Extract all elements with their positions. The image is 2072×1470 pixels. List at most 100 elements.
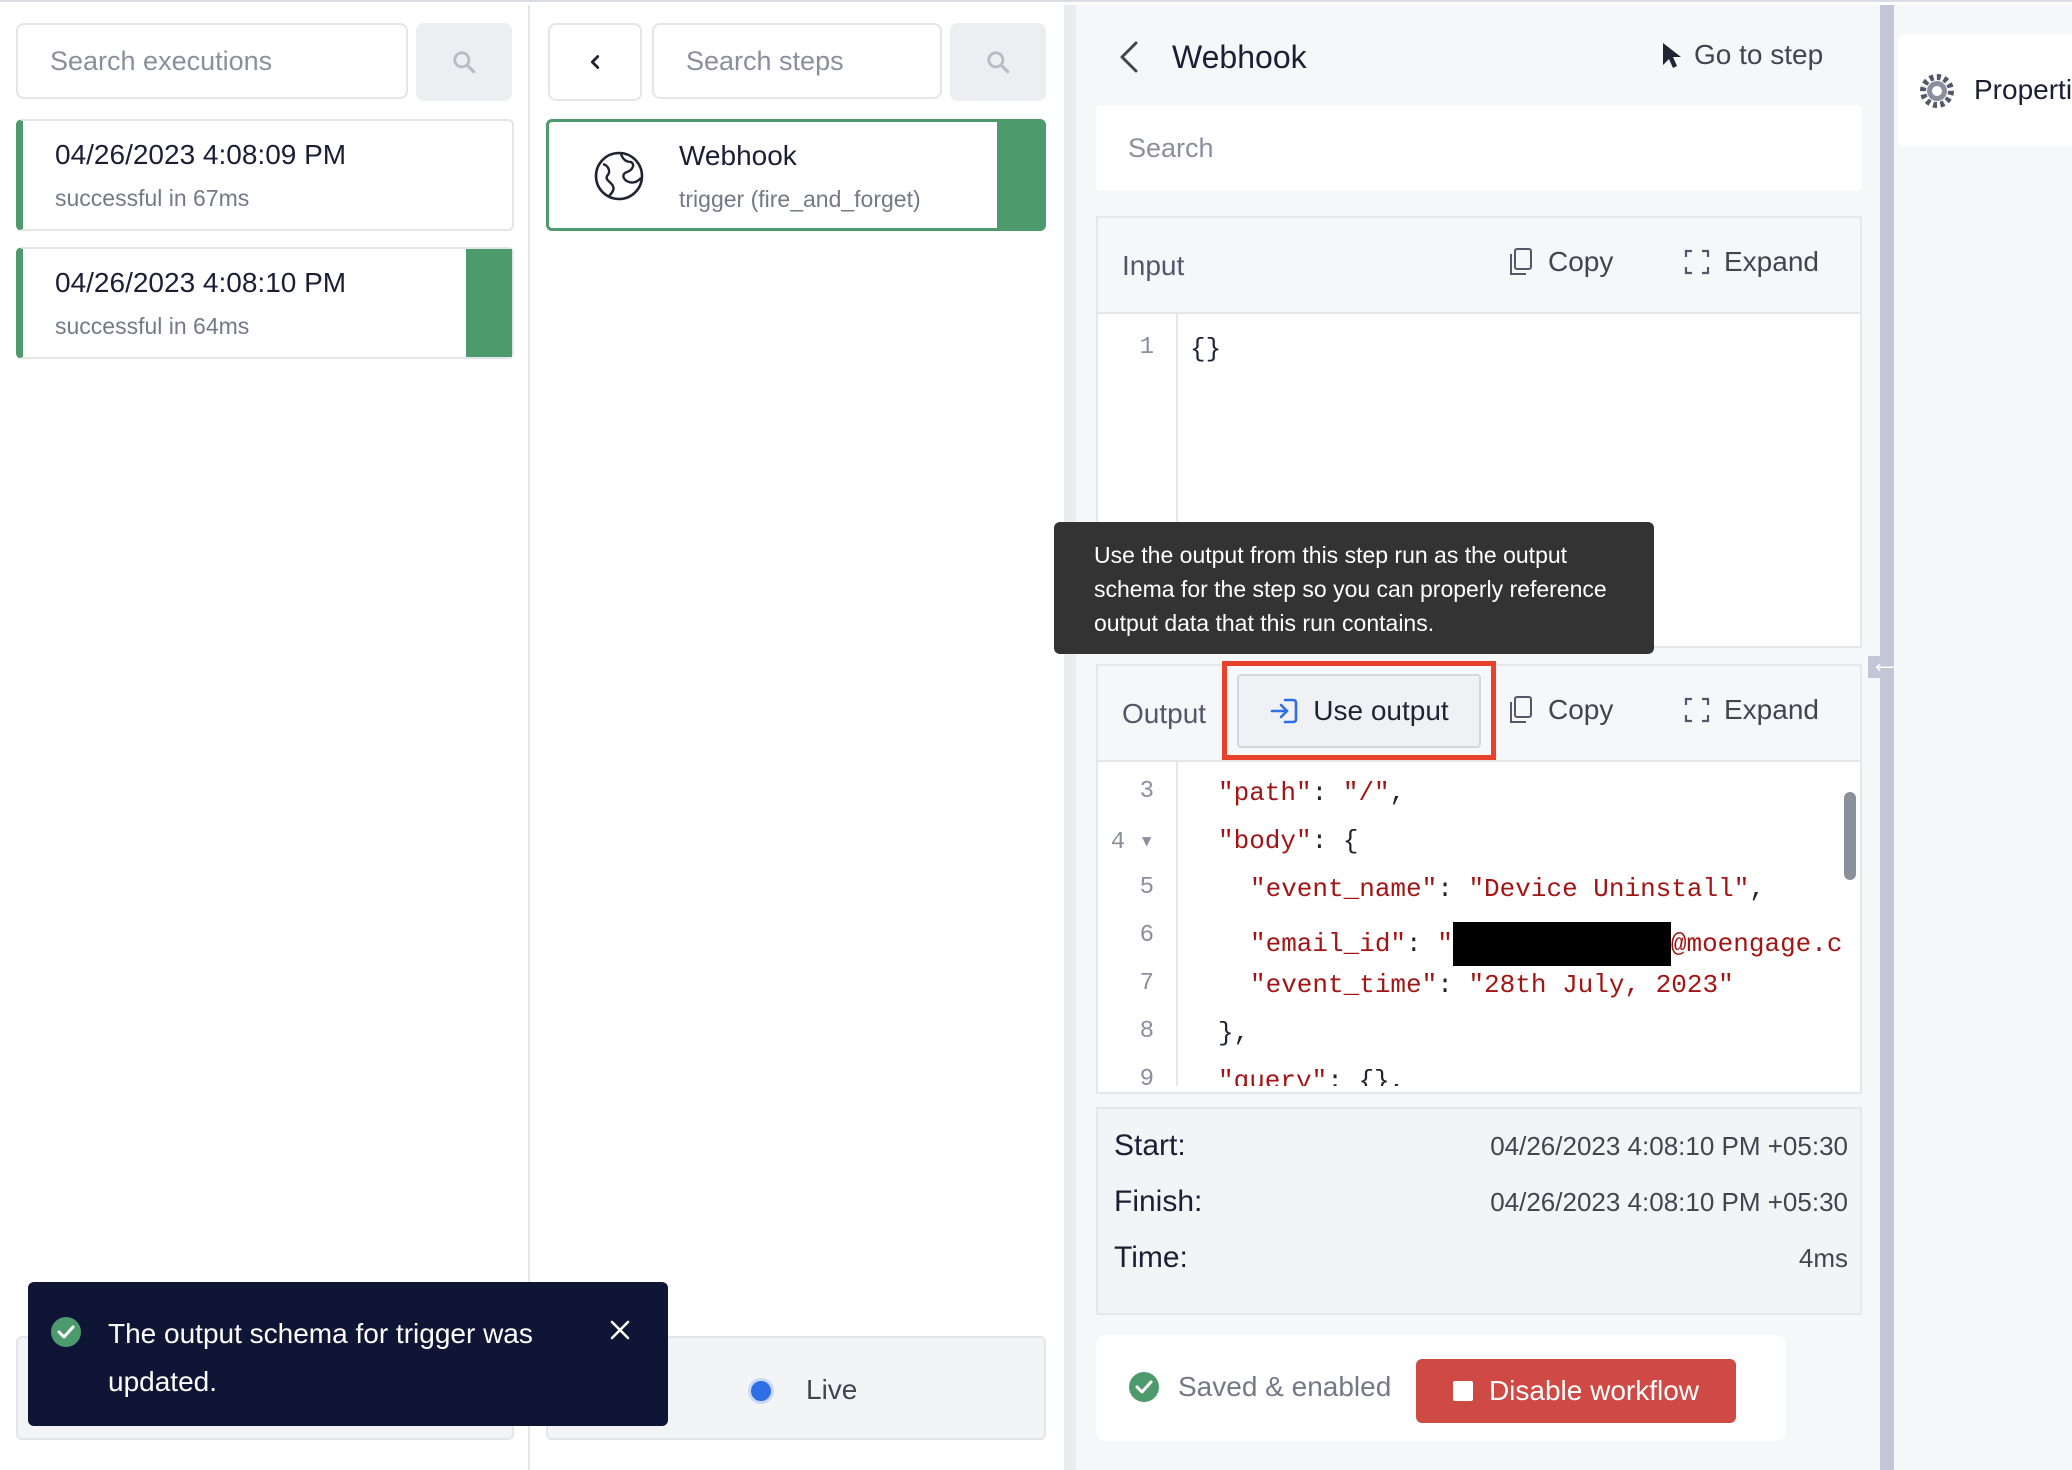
go-to-step-button[interactable]: Go to step — [1660, 39, 1823, 71]
line-number: 1 — [1139, 334, 1154, 361]
live-status-dot — [748, 1378, 774, 1404]
search-icon — [453, 51, 476, 74]
expand-icon — [1684, 697, 1710, 723]
step-title: Webhook — [679, 140, 797, 171]
detail-title: Webhook — [1172, 39, 1307, 75]
json-key: "event_time" — [1250, 970, 1438, 1000]
execution-status: successful in 67ms — [55, 185, 250, 211]
search-steps-input[interactable]: Search steps — [652, 23, 942, 99]
panel-gutter — [1064, 5, 1076, 1470]
toast-message: The output schema for trigger was update… — [108, 1318, 533, 1397]
line-number: 5 — [1139, 874, 1154, 901]
code-line: "event_time": "28th July, 2023" — [1250, 970, 1734, 1000]
json-sep: : — [1437, 970, 1469, 1000]
input-expand-button[interactable]: Expand — [1684, 246, 1819, 278]
input-expand-label: Expand — [1724, 246, 1819, 277]
search-icon — [987, 51, 1010, 74]
properties-tab[interactable]: Properti — [1898, 34, 2072, 146]
search-executions-placeholder: Search executions — [50, 45, 273, 76]
code-line: {} — [1190, 334, 1222, 364]
expand-icon — [1684, 249, 1710, 275]
properties-label: Properti — [1974, 74, 2072, 105]
search-steps-placeholder: Search steps — [686, 45, 844, 76]
redaction-block — [1452, 922, 1671, 966]
start-label: Start: — [1114, 1129, 1186, 1162]
input-copy-label: Copy — [1548, 246, 1614, 277]
saved-status-label: Saved & enabled — [1178, 1371, 1392, 1402]
cursor-icon — [1663, 43, 1681, 68]
gear-icon — [1920, 74, 1954, 108]
input-label: Input — [1122, 250, 1185, 281]
code-line: "body": { — [1218, 826, 1358, 856]
start-value: 04/26/2023 4:08:10 PM +05:30 — [1490, 1130, 1848, 1161]
execution-item[interactable]: 04/26/2023 4:08:09 PM successful in 67ms — [16, 119, 514, 231]
copy-icon — [1510, 248, 1532, 275]
selected-indicator — [997, 122, 1043, 228]
use-output-tooltip: Use the output from this step run as the… — [1054, 522, 1654, 654]
line-number: 9 — [1139, 1066, 1154, 1086]
code-scrollbar[interactable] — [1844, 792, 1856, 880]
output-copy-label: Copy — [1548, 694, 1614, 725]
json-value: " — [1437, 928, 1453, 959]
json-sep: : — [1311, 778, 1343, 808]
use-output-button[interactable]: Use output — [1237, 674, 1481, 748]
code-line: "event_name": "Device Uninstall", — [1250, 874, 1765, 904]
line-number: 8 — [1139, 1018, 1154, 1045]
summary-finish-row: Finish: 04/26/2023 4:08:10 PM +05:30 — [1114, 1185, 1848, 1219]
check-circle-icon — [51, 1317, 81, 1347]
input-copy-button[interactable]: Copy — [1508, 246, 1613, 278]
json-value: "/" — [1342, 778, 1390, 808]
line-number-gutter: 3 4 ▾ 5 6 7 8 9 — [1098, 762, 1178, 1086]
code-line: "email_id": " @moengage.c — [1250, 922, 1843, 966]
output-copy-button[interactable]: Copy — [1508, 694, 1613, 726]
summary-time-row: Time: 4ms — [1114, 1241, 1848, 1275]
go-to-step-label: Go to step — [1694, 39, 1824, 70]
search-executions-input[interactable]: Search executions — [16, 23, 408, 99]
line-number: 4 ▾ — [1110, 829, 1154, 856]
json-sep: : — [1327, 1066, 1359, 1086]
disable-workflow-button[interactable]: Disable workflow — [1416, 1359, 1736, 1423]
app-root: Search executions 04/26/2023 4:08:09 PM … — [0, 0, 2072, 1470]
copy-icon — [1510, 696, 1532, 723]
json-key: "email_id" — [1250, 928, 1407, 959]
step-subtitle: trigger (fire_and_forget) — [679, 186, 921, 212]
chevron-left-icon — [590, 55, 600, 69]
json-value: "28th July, 2023" — [1468, 970, 1734, 1000]
json-key: "path" — [1218, 778, 1312, 808]
execution-item-selected[interactable]: 04/26/2023 4:08:10 PM successful in 64ms — [16, 247, 514, 359]
detail-search-input[interactable]: Search — [1096, 105, 1862, 191]
search-steps-button[interactable] — [950, 23, 1046, 101]
right-panel — [1894, 5, 2072, 1470]
line-number: 6 — [1139, 922, 1154, 949]
json-key: "event_name" — [1250, 874, 1438, 904]
step-item-webhook[interactable]: Webhook trigger (fire_and_forget) — [546, 119, 1046, 231]
workflow-status-bar: Saved & enabled Disable workflow — [1096, 1335, 1786, 1441]
execution-time: 04/26/2023 4:08:10 PM — [55, 267, 347, 298]
json-tail: {}, — [1358, 1066, 1406, 1086]
line-number: 3 — [1139, 778, 1154, 805]
sign-in-arrow-icon — [1270, 698, 1298, 724]
json-sep: : — [1406, 928, 1438, 959]
stop-icon — [1452, 1381, 1473, 1401]
collapse-button[interactable] — [548, 23, 642, 101]
json-sep: : — [1437, 874, 1469, 904]
check-circle-icon — [1129, 1372, 1159, 1402]
executions-panel: Search executions 04/26/2023 4:08:09 PM … — [0, 5, 530, 1470]
code-line: }, — [1218, 1018, 1250, 1048]
summary-start-row: Start: 04/26/2023 4:08:10 PM +05:30 — [1114, 1129, 1848, 1163]
selected-indicator — [466, 249, 512, 357]
detail-search-placeholder: Search — [1128, 132, 1214, 163]
search-executions-button[interactable] — [416, 23, 512, 101]
json-tail: { — [1342, 826, 1359, 856]
saved-status: Saved & enabled — [1128, 1371, 1391, 1403]
highlight-frame: Use output — [1222, 661, 1496, 760]
json-value: "Device Uninstall" — [1468, 874, 1750, 904]
json-tail: @moengage.c — [1670, 928, 1843, 959]
output-code-editor[interactable]: 3 4 ▾ 5 6 7 8 9 "path": "/", "body": { "… — [1098, 762, 1860, 1086]
close-icon[interactable] — [608, 1318, 632, 1342]
time-value: 4ms — [1798, 1242, 1848, 1273]
json-sep: : — [1311, 826, 1343, 856]
execution-time: 04/26/2023 4:08:09 PM — [55, 139, 347, 170]
chevron-left-icon[interactable] — [1114, 35, 1144, 79]
output-expand-button[interactable]: Expand — [1684, 694, 1819, 726]
